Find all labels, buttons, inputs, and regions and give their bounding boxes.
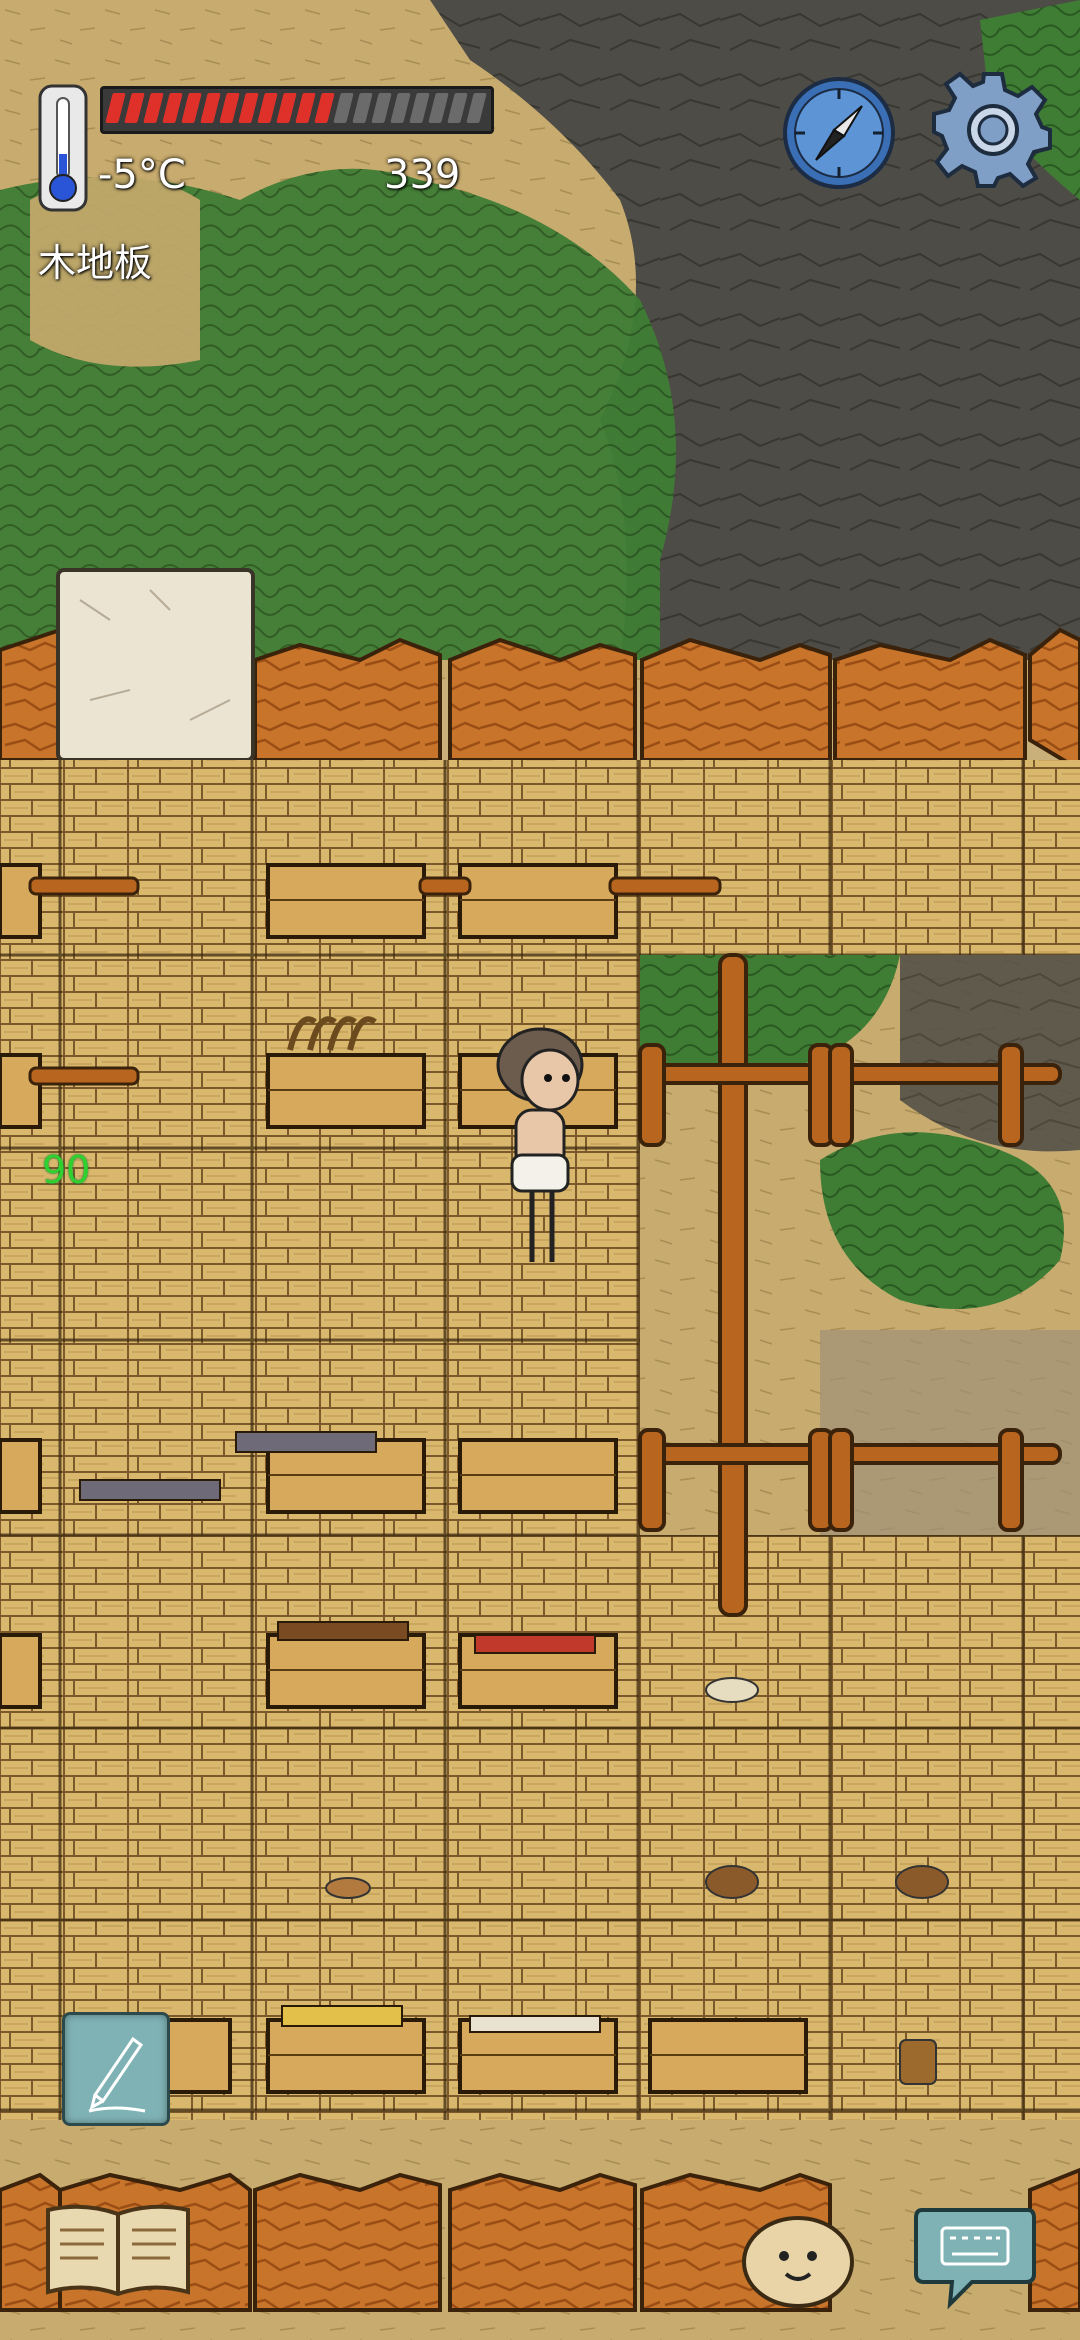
book-icon[interactable] bbox=[44, 2200, 192, 2300]
health-segment-empty bbox=[428, 93, 449, 123]
health-segment-empty bbox=[371, 93, 392, 123]
health-segment-filled bbox=[200, 93, 221, 123]
health-segment-filled bbox=[314, 93, 335, 123]
health-segment-empty bbox=[447, 93, 468, 123]
stone-block bbox=[56, 568, 255, 762]
gear-icon[interactable] bbox=[932, 68, 1054, 190]
health-segment-filled bbox=[276, 93, 297, 123]
floating-number: 90 bbox=[42, 1148, 91, 1192]
health-segment-empty bbox=[409, 93, 430, 123]
game-world[interactable] bbox=[0, 0, 1080, 2340]
compass-icon[interactable] bbox=[782, 76, 896, 190]
health-segment-empty bbox=[390, 93, 411, 123]
tile-name-label: 木地板 bbox=[38, 241, 153, 285]
health-segment-filled bbox=[162, 93, 183, 123]
health-segment-filled bbox=[124, 93, 145, 123]
health-segment-filled bbox=[105, 93, 126, 123]
health-segment-filled bbox=[257, 93, 278, 123]
health-segment-filled bbox=[295, 93, 316, 123]
thermometer-icon bbox=[38, 84, 88, 212]
health-segment-filled bbox=[238, 93, 259, 123]
health-bar bbox=[100, 86, 494, 134]
health-segment-empty bbox=[466, 93, 487, 123]
keyboard-chat-icon[interactable] bbox=[912, 2200, 1038, 2312]
temperature-readout: -5°C bbox=[98, 152, 186, 198]
health-segment-filled bbox=[143, 93, 164, 123]
health-segment-filled bbox=[181, 93, 202, 123]
pencil-icon[interactable] bbox=[62, 2012, 170, 2126]
score-counter: 339 bbox=[384, 152, 461, 198]
emote-face-icon[interactable] bbox=[740, 2210, 856, 2310]
health-segment-empty bbox=[333, 93, 354, 123]
health-segment-filled bbox=[219, 93, 240, 123]
health-segment-empty bbox=[352, 93, 373, 123]
